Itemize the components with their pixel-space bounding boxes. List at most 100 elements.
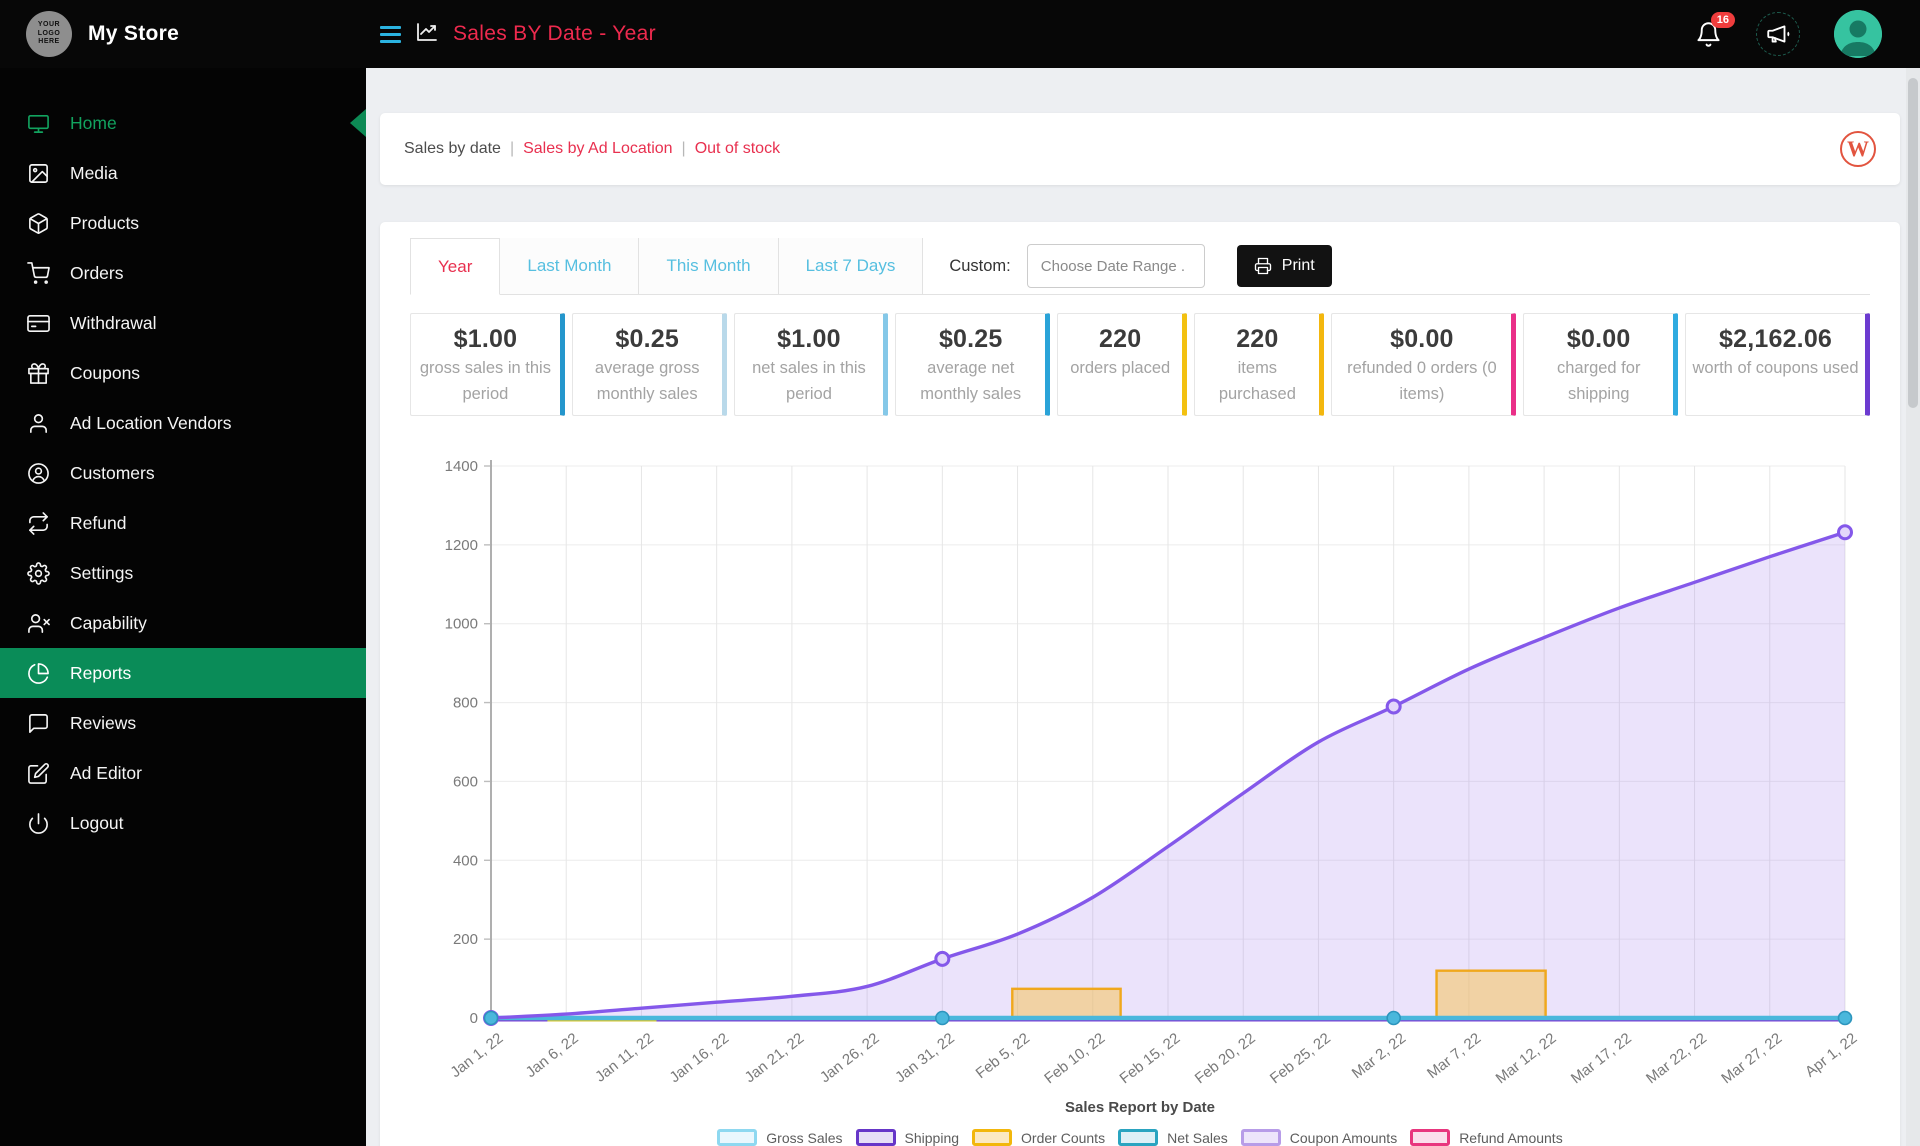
sidebar-item-refund[interactable]: Refund	[0, 498, 366, 548]
settings-icon	[26, 561, 50, 585]
legend-item-refund-amounts[interactable]: Refund Amounts	[1410, 1129, 1563, 1146]
wordpress-icon[interactable]: W	[1840, 131, 1876, 167]
sidebar-item-products[interactable]: Products	[0, 198, 366, 248]
stat-label: average net monthly sales	[920, 359, 1022, 403]
stat-label: refunded 0 orders (0 items)	[1347, 359, 1497, 403]
stat-label: charged for shipping	[1556, 359, 1641, 403]
sidebar-item-label: Ad Location Vendors	[70, 412, 232, 433]
user-avatar[interactable]	[1834, 10, 1882, 58]
legend-item-shipping[interactable]: Shipping	[855, 1129, 959, 1146]
svg-text:Mar 2, 22: Mar 2, 22	[1349, 1030, 1409, 1082]
scrollbar-thumb[interactable]	[1908, 78, 1918, 408]
legend-item-net-sales[interactable]: Net Sales	[1118, 1129, 1228, 1146]
breadcrumb-item[interactable]: Sales by Ad Location	[523, 140, 672, 158]
gift-icon	[26, 361, 50, 385]
brand-name: My Store	[88, 22, 180, 45]
stat-label: items purchased	[1218, 359, 1296, 403]
svg-text:Jan 31, 22: Jan 31, 22	[892, 1030, 958, 1086]
topbar-right: 16	[1695, 10, 1920, 58]
stat-value: $0.00	[1390, 325, 1454, 353]
sidebar-item-orders[interactable]: Orders	[0, 248, 366, 298]
svg-text:Apr 1, 22: Apr 1, 22	[1802, 1030, 1860, 1081]
breadcrumb-item[interactable]: Out of stock	[695, 140, 780, 158]
svg-text:Jan 26, 22: Jan 26, 22	[817, 1030, 883, 1086]
breadcrumb: Sales by date | Sales by Ad Location | Out o…	[404, 140, 780, 158]
cart-icon	[26, 261, 50, 285]
sidebar-item-logout[interactable]: Logout	[0, 798, 366, 848]
page-head: Sales BY Date - Year	[380, 20, 656, 49]
legend-item-order-counts[interactable]: Order Counts	[972, 1129, 1105, 1146]
svg-text:Feb 15, 22: Feb 15, 22	[1116, 1030, 1183, 1086]
monitor-icon	[26, 111, 50, 135]
sidebar-item-label: Products	[70, 212, 140, 233]
legend-item-gross-sales[interactable]: Gross Sales	[717, 1129, 843, 1146]
stat-label: average gross monthly sales	[594, 359, 700, 403]
sidebar-item-home[interactable]: Home	[0, 98, 366, 148]
user-icon	[26, 411, 50, 435]
stat-card: $0.25 average net monthly sales	[895, 313, 1051, 417]
legend-swatch	[1240, 1129, 1281, 1146]
tab-last-7-days[interactable]: Last 7 Days	[778, 238, 924, 294]
svg-text:800: 800	[453, 695, 478, 712]
svg-text:Feb 5, 22: Feb 5, 22	[973, 1030, 1033, 1082]
tab-last-month[interactable]: Last Month	[500, 238, 640, 294]
sidebar-item-customers[interactable]: Customers	[0, 448, 366, 498]
svg-text:Jan 6, 22: Jan 6, 22	[523, 1030, 582, 1081]
sidebar-item-label: Reports	[70, 662, 132, 683]
print-button[interactable]: Print	[1236, 245, 1332, 287]
hamburger-menu-icon[interactable]	[380, 25, 401, 43]
tab-this-month[interactable]: This Month	[639, 238, 779, 294]
stat-card: 220 items purchased	[1194, 313, 1325, 417]
line-chart-icon	[415, 20, 439, 49]
sidebar-item-withdrawal[interactable]: Withdrawal	[0, 298, 366, 348]
sidebar-item-label: Reviews	[70, 712, 137, 733]
stat-label: orders placed	[1070, 359, 1171, 377]
stat-label: net sales in this period	[752, 359, 866, 403]
sidebar-item-label: Coupons	[70, 362, 141, 383]
stat-value: $2,162.06	[1719, 325, 1833, 353]
stat-card: $2,162.06 worth of coupons used	[1685, 313, 1870, 417]
notification-count-badge: 16	[1710, 11, 1735, 28]
legend-label: Net Sales	[1167, 1129, 1228, 1146]
sidebar-item-reports[interactable]: Reports	[0, 648, 366, 698]
stat-value: $0.25	[615, 325, 679, 353]
logo-line: YOUR	[37, 20, 61, 28]
stat-value: 220	[1099, 325, 1142, 353]
svg-text:200: 200	[453, 931, 478, 948]
svg-text:Mar 12, 22: Mar 12, 22	[1493, 1030, 1560, 1086]
report-tabs: Year Last Month This Month Last 7 Days Cust…	[410, 238, 1870, 295]
store-logo[interactable]: YOUR LOGO HERE	[26, 11, 72, 57]
pie-chart-icon	[26, 661, 50, 685]
sidebar-item-media[interactable]: Media	[0, 148, 366, 198]
svg-text:Mar 22, 22: Mar 22, 22	[1643, 1030, 1710, 1086]
tab-year[interactable]: Year	[410, 238, 501, 295]
svg-text:Jan 11, 22: Jan 11, 22	[592, 1030, 657, 1086]
legend-swatch	[972, 1129, 1013, 1146]
credit-card-icon	[26, 311, 50, 335]
sidebar: Home Media Products Orders Withdrawal Coupons…	[0, 68, 366, 1146]
scrollbar-track[interactable]	[1906, 68, 1920, 1146]
svg-text:1000: 1000	[445, 616, 478, 633]
chart-legend: Gross Sales Shipping Order Counts Net Sales…	[410, 1129, 1870, 1146]
sidebar-item-reviews[interactable]: Reviews	[0, 698, 366, 748]
stat-card: $0.25 average gross monthly sales	[571, 313, 727, 417]
breadcrumb-separator: |	[681, 140, 686, 157]
person-silhouette-icon	[1834, 10, 1882, 58]
notifications-button[interactable]: 16	[1695, 11, 1735, 48]
announcements-button[interactable]	[1756, 12, 1800, 56]
breadcrumb-separator: |	[509, 140, 515, 157]
sidebar-item-settings[interactable]: Settings	[0, 548, 366, 598]
legend-item-coupon-amounts[interactable]: Coupon Amounts	[1240, 1129, 1397, 1146]
sidebar-item-coupons[interactable]: Coupons	[0, 348, 366, 398]
sidebar-item-ad-editor[interactable]: Ad Editor	[0, 748, 366, 798]
user-circle-icon	[26, 461, 50, 485]
message-icon	[26, 711, 50, 735]
custom-range-zone: Custom:	[923, 238, 1205, 294]
stat-label: gross sales in this period	[419, 359, 551, 403]
sidebar-item-ad-location-vendors[interactable]: Ad Location Vendors	[0, 398, 366, 448]
package-icon	[26, 211, 50, 235]
sidebar-item-capability[interactable]: Capability	[0, 598, 366, 648]
sidebar-item-label: Ad Editor	[70, 762, 142, 783]
date-range-input[interactable]	[1026, 244, 1205, 288]
svg-text:Jan 21, 22: Jan 21, 22	[742, 1030, 808, 1086]
